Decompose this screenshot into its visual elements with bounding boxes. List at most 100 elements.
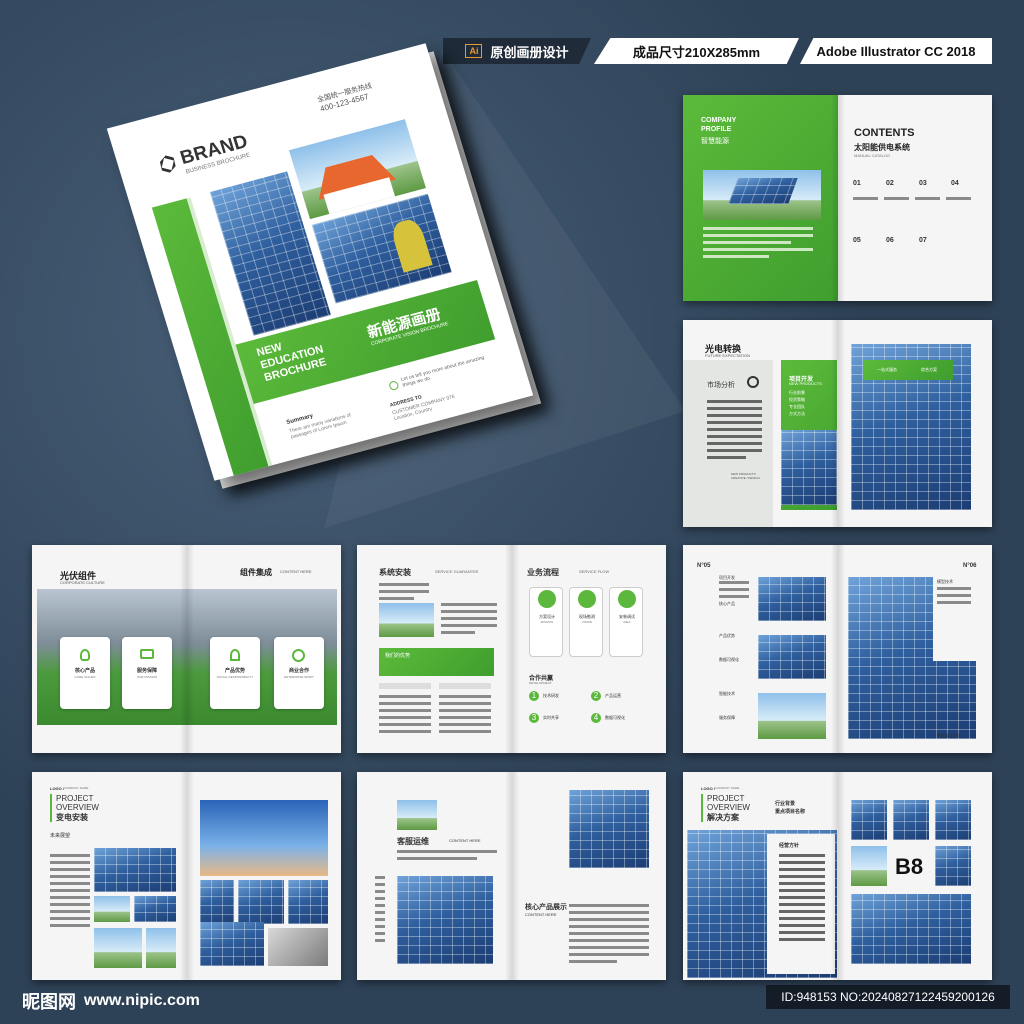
spread-contents: COMPANY PROFILE 智慧能源 CONTENTS 太阳能供电系统 MA… [683, 95, 992, 301]
p8-key: 重点项目名称 [775, 809, 806, 815]
spread-solution: LOGO / COMPANY NAME PROJECT OVERVIEW 解决方… [683, 772, 992, 980]
p3-card-en: OUR MISSION [136, 675, 158, 679]
p6-accent-bar [50, 794, 52, 822]
p6-photo-1 [94, 848, 176, 892]
engineer-figure [389, 217, 433, 273]
p3-card-advantage: 产品优势 SOCIAL RESPONSIBILITY [210, 637, 260, 709]
p2-list-item: 投资策略 [789, 397, 805, 402]
p2-market: 市场分析 [707, 382, 735, 389]
step-gear-icon [578, 590, 596, 608]
p6-photo-4 [94, 928, 142, 968]
p6-title-1: PROJECT [56, 794, 94, 803]
p4-num-2: 2 [591, 691, 601, 701]
p8-photo-5 [935, 846, 971, 886]
p4-sub: SERVICE GUARANTEE [435, 569, 479, 574]
p4-tab-1 [379, 683, 431, 689]
step-bulb-icon [538, 590, 556, 608]
p1-manual-catalog: MANUAL CATALOG [854, 153, 891, 158]
p4-num-3: 3 [529, 713, 539, 723]
p1-num-05: 05 [853, 237, 861, 244]
p8-photo-2 [893, 800, 929, 840]
p8-photo-1 [851, 800, 887, 840]
p6-company: COMPANY NAME [64, 786, 89, 790]
p2-photo-tower-panel [781, 430, 837, 505]
p3-fold [179, 545, 194, 753]
p4-green-band: 我们的优势 [379, 648, 494, 676]
p8-industry: 行业背景 [775, 801, 796, 807]
p7-content: CONTENT HERE [449, 838, 481, 843]
p8-title-2: OVERVIEW [707, 803, 750, 812]
p7-photo-wind [397, 800, 437, 830]
p4-side-lines [441, 603, 497, 638]
p3-card-service: 服务保障 OUR MISSION [122, 637, 172, 709]
p4-num-4: 4 [591, 713, 601, 723]
p1-num-02: 02 [886, 180, 894, 187]
pie-icon [292, 649, 305, 662]
p5-fold [830, 545, 845, 753]
p5-list-item: 服务保障 [719, 715, 735, 720]
chart-icon [140, 649, 154, 659]
p8-big-label: B8 [895, 854, 924, 879]
p3-card-cn: 商业合作 [288, 668, 309, 674]
p8-photo-4 [851, 846, 887, 886]
p2-fold [830, 320, 845, 527]
p3-card-cn: 服务保障 [136, 668, 157, 674]
p1-body-text-lines [703, 227, 813, 262]
p4-top-lines [379, 583, 429, 604]
p1-num-01: 01 [853, 180, 861, 187]
p8-fold [830, 772, 845, 980]
p5-number-right: N°06 [963, 563, 977, 569]
p2-btn1: 一站式服务 [877, 367, 897, 372]
footer-url[interactable]: www.nipic.com [84, 992, 200, 1010]
p4-step-en: MISSION [540, 620, 554, 624]
p1-fold [830, 95, 845, 301]
p4-title: 系统安装 [379, 568, 411, 577]
bulb-icon [80, 649, 90, 661]
p4-num-1: 1 [529, 691, 539, 701]
p5-right-lines [937, 587, 971, 608]
p6-photo-3 [134, 896, 176, 922]
p5-number-left: N°05 [697, 563, 711, 569]
p6-title-2: OVERVIEW [56, 803, 99, 812]
tag-software-label: Adobe Illustrator CC 2018 [816, 43, 976, 59]
p2-list-item: 专业团队 [789, 404, 805, 409]
p2-list-item: 方式方法 [789, 411, 805, 416]
p4-fold [504, 545, 519, 753]
p1-company-1: COMPANY [701, 117, 737, 124]
tag-software: Adobe Illustrator CC 2018 [800, 38, 992, 64]
p4-step-en: IDEA [623, 620, 631, 624]
footer-logo: 昵图网 [22, 992, 76, 1012]
p5-right-item: 数据展示分析 [937, 733, 961, 738]
p7-sub2: CONTENT HERE [525, 912, 557, 917]
p5-right-item: 模型技术 [937, 579, 953, 584]
p4-title2: 业务流程 [527, 568, 559, 577]
p6-photo-tower [200, 800, 328, 876]
p1-roof-panels [728, 178, 798, 204]
p2-new-products: NEW PRODUCTS [789, 381, 822, 386]
p3-card-cn: 产品优势 [224, 668, 245, 674]
p2-btn2: 综合方案 [921, 367, 937, 372]
spread-substation: LOGO / COMPANY NAME PROJECT OVERVIEW 变电安… [32, 772, 341, 980]
p6-photo-6 [200, 880, 234, 924]
p4-col1-lines [379, 695, 431, 737]
p5-photo-1 [758, 577, 826, 621]
p7-right-lines [569, 904, 649, 967]
tag-size: 成品尺寸210X285mm [594, 38, 799, 64]
p1-contents-title: CONTENTS [854, 127, 915, 139]
p7-side-lines [375, 876, 385, 946]
p4-step-en: VISION [581, 620, 593, 624]
p4-step-2: 现场勘测 VISION [569, 587, 603, 657]
p2-button-band: 一站式服务 综合方案 [863, 360, 953, 380]
p8-company: COMPANY NAME [715, 786, 740, 790]
p1-contents-lines [853, 191, 978, 209]
p7-lines-top [397, 850, 497, 864]
spread-no05-06: N°05 N°06 项目开发 核心产品 产品优势 数据可视化 智能技术 服务保障… [683, 545, 992, 753]
spread-photoelectric: 光电转换 FUTURE EXPECTATION 市场分析 项目开发 NEW PR… [683, 320, 992, 527]
cover-summary-text: There are many variations of passages of… [288, 412, 352, 441]
p1-contents-cn: 太阳能供电系统 [854, 143, 910, 152]
p6-fold [179, 772, 194, 980]
p3-card-en: CORE VALUES [74, 675, 96, 679]
p7-title: 客服运维 [397, 837, 429, 846]
spread-installation: 系统安装 SERVICE GUARANTEE 我们的优势 业务流程 SERVIC… [357, 545, 666, 753]
p1-photo-roof [703, 170, 821, 220]
